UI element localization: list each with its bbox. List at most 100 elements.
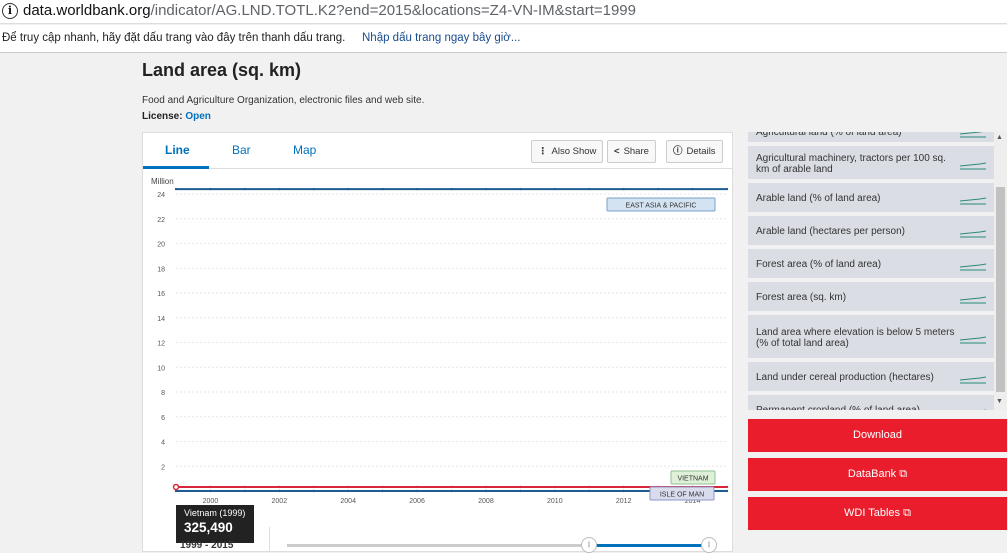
data-point — [243, 489, 247, 493]
data-point — [553, 485, 557, 489]
data-point — [691, 187, 694, 191]
data-point — [484, 187, 488, 191]
license-label: License: — [142, 111, 183, 122]
related-indicator-item[interactable]: Agricultural land (% of land area) — [748, 132, 994, 144]
y-tick-label: 4 — [161, 440, 165, 447]
related-indicator-label: Land area where elevation is below 5 met… — [756, 326, 955, 349]
related-indicator-item[interactable]: Forest area (sq. km) — [748, 282, 994, 313]
related-indicator-item[interactable]: Arable land (% of land area) — [748, 183, 994, 214]
sparkline-icon — [959, 336, 987, 343]
tab-bar[interactable]: Bar — [232, 143, 251, 157]
data-point — [346, 485, 350, 489]
scroll-down-arrow[interactable]: ▼ — [996, 398, 1003, 405]
data-point — [725, 187, 729, 191]
data-point — [209, 485, 212, 489]
data-point — [450, 187, 453, 191]
highlighted-point — [172, 483, 180, 491]
page-title: Land area (sq. km) — [142, 60, 302, 80]
related-indicator-label: Arable land (% of land area) — [756, 193, 881, 204]
y-tick-label: 14 — [157, 316, 165, 323]
y-axis-unit-label: Million — [151, 177, 174, 186]
active-tab-indicator — [143, 166, 209, 169]
data-point — [622, 489, 625, 493]
also-show-label: Also Show — [551, 146, 597, 157]
y-tick-label: 20 — [157, 242, 165, 249]
data-point — [312, 485, 315, 489]
sparkline-icon — [959, 230, 987, 237]
data-point — [381, 485, 384, 489]
year-range-label: 1999 - 2015 — [180, 540, 234, 551]
data-point — [381, 187, 384, 191]
related-indicator-item[interactable]: Land area where elevation is below 5 met… — [748, 315, 994, 360]
x-tick-label: 2012 — [616, 498, 632, 505]
data-point — [278, 187, 281, 191]
share-button[interactable]: < Share — [607, 140, 656, 163]
data-point — [588, 187, 591, 191]
data-point — [312, 489, 315, 493]
y-tick-label: 2 — [161, 464, 165, 471]
year-range: 1999 - 2015 — [144, 527, 270, 552]
y-tick-label: 12 — [157, 341, 165, 348]
related-indicator-item[interactable]: Arable land (hectares per person) — [748, 216, 994, 247]
sidebar-scrollbar[interactable]: ▲ ▼ — [994, 132, 1007, 410]
source-text: Food and Agriculture Organization, elect… — [142, 95, 425, 106]
data-point — [209, 489, 212, 493]
related-indicator-item[interactable]: Forest area (% of land area) — [748, 249, 994, 280]
also-show-button[interactable]: ⋮ Also Show — [531, 140, 604, 163]
range-slider-fill — [590, 544, 708, 547]
details-button[interactable]: ⓘ Details — [666, 140, 723, 163]
x-tick-label: 2010 — [547, 498, 563, 505]
share-icon: < — [614, 146, 620, 157]
related-indicator-item[interactable]: Permanent cropland (% of land area) — [748, 395, 994, 410]
data-point — [484, 485, 488, 489]
y-tick-label: 16 — [157, 291, 165, 298]
license-link[interactable]: Open — [185, 111, 211, 122]
data-point — [519, 187, 522, 191]
sparkline-icon — [979, 409, 987, 410]
y-tick-label: 24 — [157, 192, 165, 199]
y-tick-label: 18 — [157, 266, 165, 273]
url-text[interactable]: data.worldbank.org/indicator/AG.LND.TOTL… — [23, 2, 636, 19]
data-point — [278, 485, 281, 489]
chart-card: Line Bar Map ⋮ Also Show < Share ⓘ Details … — [142, 132, 733, 552]
y-tick-label: 22 — [157, 217, 165, 224]
data-point — [622, 187, 625, 191]
related-indicator-label: Land under cereal production (hectares) — [756, 372, 934, 383]
range-end-handle[interactable]: || — [701, 537, 717, 553]
bookmark-prompt: Để truy cập nhanh, hãy đặt dấu trang vào… — [2, 32, 346, 44]
databank-button[interactable]: DataBank ⧉ — [748, 458, 1007, 491]
bookmark-now-link[interactable]: Nhập dấu trang ngay bây giờ... — [362, 32, 520, 44]
data-point — [243, 187, 247, 191]
data-point — [209, 187, 212, 191]
tab-line[interactable]: Line — [165, 143, 190, 157]
x-tick-label: 2006 — [409, 498, 425, 505]
y-tick-label: 10 — [157, 365, 165, 372]
download-button[interactable]: Download — [748, 419, 1007, 452]
sparkline-icon — [959, 376, 987, 383]
range-start-handle[interactable]: || — [581, 537, 597, 553]
data-point — [278, 489, 281, 493]
x-tick-label: 2004 — [340, 498, 356, 505]
data-point — [553, 489, 557, 493]
related-indicator-label: Arable land (hectares per person) — [756, 226, 905, 237]
data-point — [312, 187, 315, 191]
address-bar[interactable]: i data.worldbank.org/indicator/AG.LND.TO… — [0, 0, 1007, 24]
related-indicator-item[interactable]: Agricultural machinery, tractors per 100… — [748, 146, 994, 181]
databank-label: DataBank — [847, 468, 897, 480]
x-tick-label: 2008 — [478, 498, 494, 505]
scrollbar-thumb[interactable] — [996, 187, 1005, 392]
data-point — [243, 485, 247, 489]
series-label: VIETNAM — [677, 476, 708, 483]
wdi-label: WDI Tables — [844, 507, 901, 519]
data-point — [484, 489, 488, 493]
related-indicator-item[interactable]: Land under cereal production (hectares) — [748, 362, 994, 393]
data-point — [450, 489, 453, 493]
y-tick-label: 8 — [161, 390, 165, 397]
x-tick-label: 2002 — [272, 498, 288, 505]
info-icon[interactable]: i — [2, 3, 18, 19]
wdi-tables-button[interactable]: WDI Tables ⧉ — [748, 497, 1007, 530]
data-point — [415, 489, 419, 493]
url-path: /indicator/AG.LND.TOTL.K2?end=2015&locat… — [150, 2, 636, 19]
scroll-up-arrow[interactable]: ▲ — [996, 134, 1003, 141]
tab-map[interactable]: Map — [293, 143, 316, 157]
